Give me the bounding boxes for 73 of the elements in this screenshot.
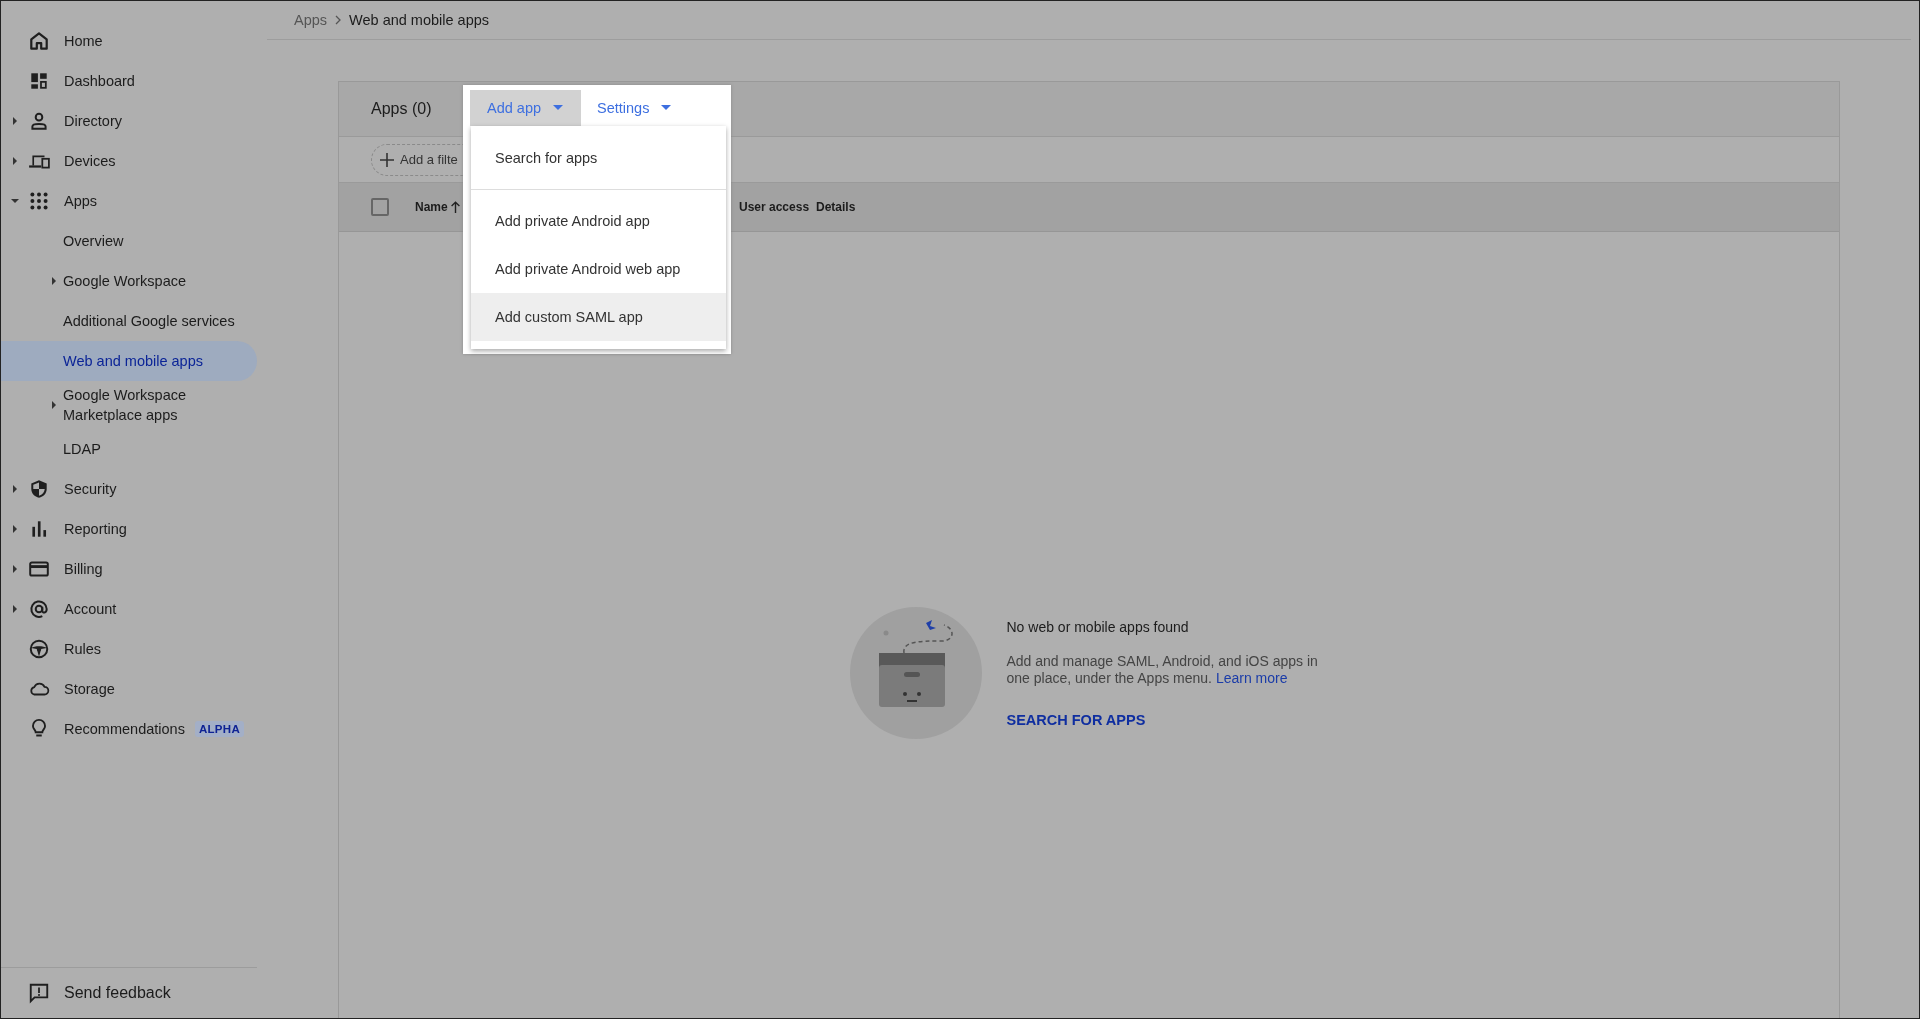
sidebar-item[interactable]: Billing	[1, 549, 257, 589]
sidebar-label: Rules	[64, 641, 102, 657]
column-header[interactable]: Name	[415, 200, 448, 214]
caret-down-icon	[661, 105, 672, 111]
sidebar-item[interactable]: Storage	[1, 669, 257, 709]
sidebar-item[interactable]: Security	[1, 469, 257, 509]
sidebar-label: Overview	[63, 232, 124, 251]
sidebar-item[interactable]: Directory	[1, 101, 257, 141]
caret-right-icon[interactable]	[13, 525, 17, 533]
sidebar-label: Billing	[64, 561, 103, 577]
chevron-right-icon	[335, 15, 342, 25]
plus-icon	[380, 152, 394, 167]
dashboard-icon	[28, 70, 50, 92]
caret-right-icon[interactable]	[13, 605, 17, 613]
sidebar-label: Google Workspace Marketplace apps	[63, 386, 188, 425]
sidebar-label: Directory	[64, 113, 122, 129]
caret-right-icon[interactable]	[13, 157, 17, 165]
sidebar-label: Security	[64, 481, 117, 497]
sidebar-label: Web and mobile apps	[63, 352, 203, 371]
person-icon	[28, 110, 50, 132]
caret-right-icon[interactable]	[52, 401, 56, 409]
column-header[interactable]: Details	[816, 200, 856, 214]
caret-right-icon[interactable]	[52, 277, 56, 285]
search-for-apps-link[interactable]: SEARCH FOR APPS	[1006, 712, 1146, 728]
sidebar-item[interactable]: Apps	[1, 181, 257, 221]
empty-state-description: Add and manage SAML, Android, and iOS apps in one place, under the Apps menu. Learn more	[1006, 653, 1319, 687]
home-icon	[28, 30, 50, 52]
sidebar-label: Devices	[64, 153, 116, 169]
page-title: Web and mobile apps	[349, 12, 490, 28]
sidebar-label: Reporting	[64, 521, 127, 537]
sidebar-label: Additional Google services	[63, 312, 235, 331]
empty-state-title: No web or mobile apps found	[1006, 619, 1190, 635]
sidebar-item[interactable]: Web and mobile apps	[1, 341, 257, 381]
sidebar-label: Account	[64, 601, 117, 617]
sidebar-item[interactable]: Reporting	[1, 509, 257, 549]
sidebar-item[interactable]: Additional Google services	[1, 301, 257, 341]
learn-more-link[interactable]: Learn more	[1215, 670, 1288, 686]
feedback-icon	[28, 982, 50, 1004]
card-icon	[28, 558, 50, 580]
sidebar-item[interactable]: Rules	[1, 629, 257, 669]
grid-icon	[28, 190, 50, 212]
caret-right-icon[interactable]	[13, 565, 17, 573]
menu-item[interactable]: Add custom SAML app	[471, 293, 726, 341]
sidebar-item[interactable]: Recommendations ALPHA	[1, 709, 257, 749]
sidebar-label: LDAP	[63, 440, 101, 459]
select-all-checkbox[interactable]	[371, 198, 389, 216]
menu-item[interactable]: Add private Android app	[471, 197, 726, 245]
caret-right-icon[interactable]	[13, 485, 17, 493]
caret-down-icon	[553, 105, 564, 111]
menu-item[interactable]: Add private Android web app	[471, 245, 726, 293]
sidebar-item[interactable]: Account	[1, 589, 257, 629]
sidebar-item[interactable]: Dashboard	[1, 61, 257, 101]
steering-wheel-icon	[28, 638, 50, 660]
sidebar-item[interactable]: LDAP	[1, 429, 257, 469]
panel-title: Apps (0)	[371, 100, 432, 118]
sidebar-item[interactable]: Google Workspace	[1, 261, 257, 301]
sidebar-item[interactable]: Home	[1, 21, 257, 61]
send-feedback-button[interactable]: Send feedback	[1, 967, 257, 1018]
alpha-badge: ALPHA	[194, 721, 245, 737]
sidebar-label: Dashboard	[64, 73, 135, 89]
sidebar-label: Apps	[64, 193, 98, 209]
at-sign-icon	[28, 598, 50, 620]
sidebar-label: Home	[64, 33, 103, 49]
sidebar-label: Recommendations	[64, 721, 185, 737]
column-header[interactable]: User access	[739, 200, 810, 214]
caret-right-icon[interactable]	[13, 117, 17, 125]
sidebar-label: Storage	[64, 681, 115, 697]
shield-icon	[28, 478, 50, 500]
sidebar-item[interactable]: Google Workspace Marketplace apps	[1, 381, 257, 429]
sidebar-item[interactable]: Devices	[1, 141, 257, 181]
sidebar-item[interactable]: Overview	[1, 221, 257, 261]
caret-down-icon[interactable]	[11, 199, 19, 203]
sidebar-label: Google Workspace	[63, 272, 187, 291]
